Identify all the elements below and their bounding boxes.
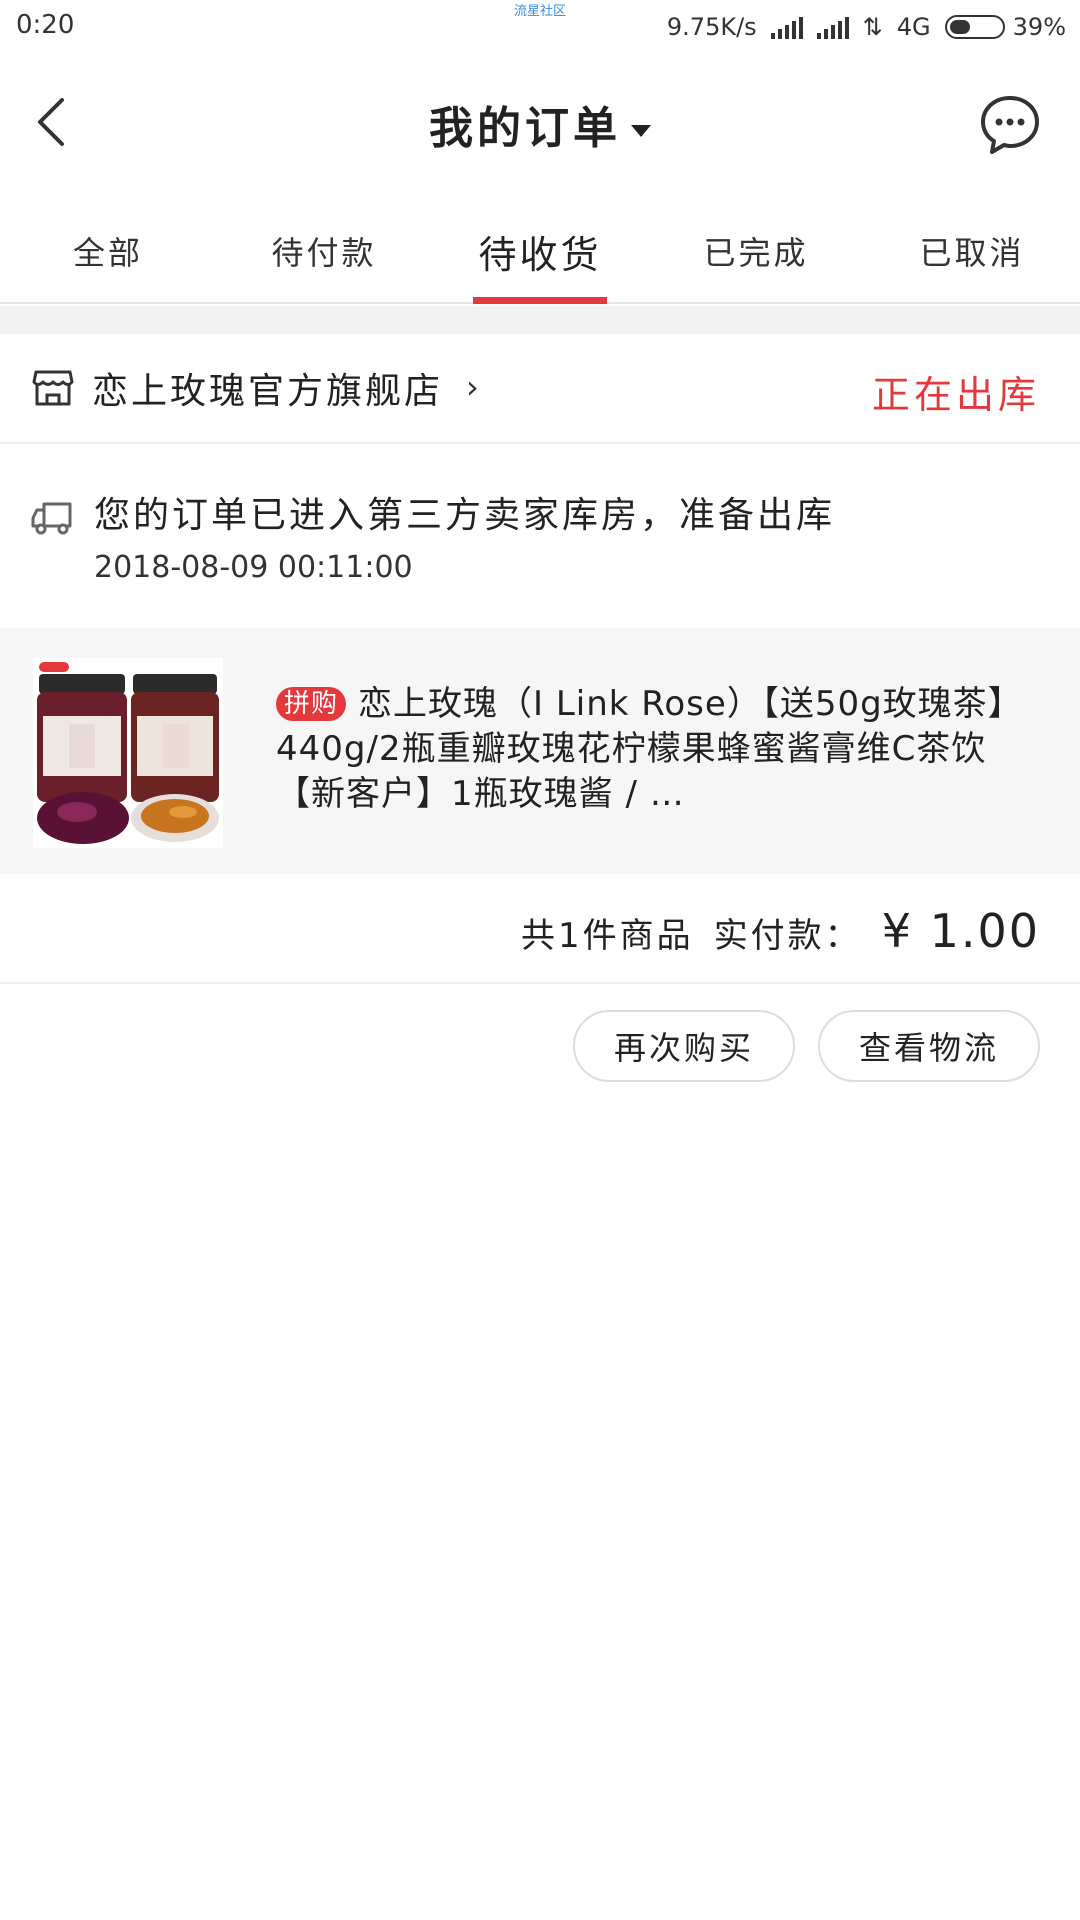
tab-pending-payment[interactable]: 待付款: [216, 200, 432, 302]
view-logistics-button[interactable]: 查看物流: [818, 1010, 1040, 1082]
logistics-time: 2018-08-09 00:11:00: [94, 550, 413, 585]
order-tabs: 全部 待付款 待收货 已完成 已取消: [0, 200, 1080, 304]
signal-icon: [770, 15, 803, 39]
tab-all[interactable]: 全部: [0, 200, 216, 302]
order-status: 正在出库: [871, 373, 1040, 417]
item-count: 共1件商品: [521, 916, 694, 956]
section-divider: [0, 306, 1080, 334]
product-title: 恋上玫瑰（I Link Rose）【送50g玫瑰茶】440g/2瓶重瓣玫瑰花柠檬…: [276, 684, 1006, 814]
product-item[interactable]: 拼购 恋上玫瑰（I Link Rose）【送50g玫瑰茶】440g/2瓶重瓣玫瑰花…: [0, 628, 1080, 874]
signal-icon-2: [816, 15, 849, 39]
battery-icon: [944, 15, 1005, 39]
product-image: [33, 658, 223, 848]
product-thumbnail: [33, 658, 223, 848]
caret-down-icon: [631, 125, 651, 137]
paid-label: 实付款：: [713, 916, 862, 956]
paid-amount: ¥ 1.00: [881, 904, 1040, 958]
shop-name[interactable]: 恋上玫瑰官方旗舰店: [92, 362, 443, 414]
group-buy-badge: 拼购: [276, 687, 347, 721]
store-icon: [32, 370, 74, 406]
message-button[interactable]: [978, 92, 1042, 156]
logistics-row[interactable]: 您的订单已进入第三方卖家库房，准备出库 2018-08-09 00:11:00: [0, 446, 1080, 628]
network-speed: 9.75K/s: [666, 13, 757, 41]
chevron-right-icon: ›: [466, 368, 479, 406]
order-actions: 再次购买 查看物流: [0, 1010, 1080, 1084]
tab-cancelled[interactable]: 已取消: [864, 200, 1080, 302]
network-type: 4G: [896, 13, 931, 41]
data-arrows-icon: ⇅: [862, 13, 883, 41]
product-title-block: 拼购 恋上玫瑰（I Link Rose）【送50g玫瑰茶】440g/2瓶重瓣玫瑰花…: [276, 682, 1006, 818]
battery-percent: 39%: [1012, 13, 1066, 41]
tab-pending-receipt[interactable]: 待收货: [432, 200, 648, 302]
tab-completed[interactable]: 已完成: [648, 200, 864, 302]
shop-row[interactable]: 恋上玫瑰官方旗舰店 › 正在出库: [0, 334, 1080, 444]
status-bar: 0:20 流星社区 9.75K/s ⇅ 4G 39%: [0, 0, 1080, 56]
header: 我的订单: [0, 56, 1080, 186]
page-title: 我的订单: [429, 103, 621, 154]
battery: 39%: [944, 13, 1066, 41]
order-summary: 共1件商品 实付款： ¥ 1.00: [0, 874, 1080, 984]
buy-again-button[interactable]: 再次购买: [573, 1010, 795, 1082]
status-right: 9.75K/s ⇅ 4G 39%: [667, 10, 1066, 44]
logistics-status-text: 您的订单已进入第三方卖家库房，准备出库: [94, 495, 836, 536]
battery-fill: [949, 20, 970, 34]
chat-bubble-icon: [981, 96, 1039, 154]
page-title-dropdown[interactable]: 我的订单: [0, 92, 1080, 156]
truck-icon: [31, 502, 72, 535]
